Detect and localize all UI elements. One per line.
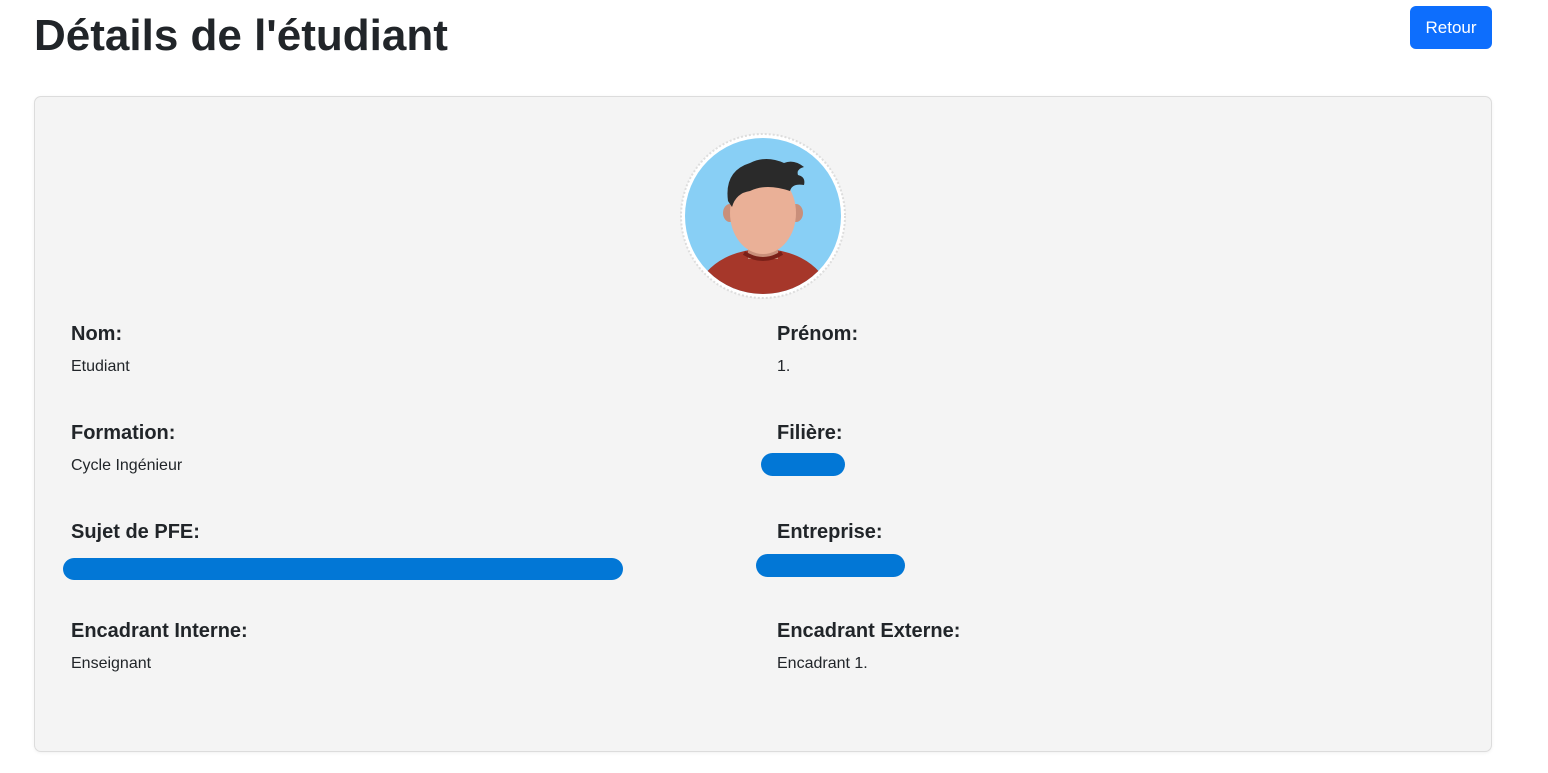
page-title: Détails de l'étudiant (34, 11, 448, 60)
back-button[interactable]: Retour (1410, 6, 1492, 49)
field-encadrant-externe: Encadrant Externe: Encadrant 1. (777, 619, 960, 674)
encadrant-externe-label: Encadrant Externe: (777, 620, 961, 642)
nom-value: Etudiant (71, 358, 130, 375)
formation-value: Cycle Ingénieur (71, 457, 183, 474)
entreprise-label: Entreprise: (777, 521, 883, 543)
encadrant-interne-value: Enseignant (71, 655, 152, 672)
filiere-label: Filière: (777, 422, 843, 444)
prenom-label: Prénom: (777, 323, 859, 345)
field-nom: Nom: Etudiant (71, 322, 130, 377)
formation-label: Formation: (71, 422, 176, 444)
prenom-value: 1. (777, 358, 791, 375)
sujet-redaction (63, 558, 623, 580)
entreprise-redaction (756, 554, 905, 577)
field-sujet: Sujet de PFE: (71, 520, 200, 544)
sujet-label: Sujet de PFE: (71, 521, 200, 543)
field-encadrant-interne: Encadrant Interne: Enseignant (71, 619, 248, 674)
filiere-redaction (761, 453, 845, 476)
encadrant-interne-label: Encadrant Interne: (71, 620, 248, 642)
field-prenom: Prénom: 1. (777, 322, 858, 377)
field-entreprise: Entreprise: (777, 520, 883, 544)
field-filiere: Filière: (777, 421, 843, 445)
encadrant-externe-value: Encadrant 1. (777, 655, 868, 672)
nom-label: Nom: (71, 323, 123, 345)
student-details-card: Nom: Etudiant Prénom: 1. Formation: Cycl… (34, 96, 1492, 752)
student-avatar-icon (680, 133, 846, 299)
field-formation: Formation: Cycle Ingénieur (71, 421, 182, 476)
